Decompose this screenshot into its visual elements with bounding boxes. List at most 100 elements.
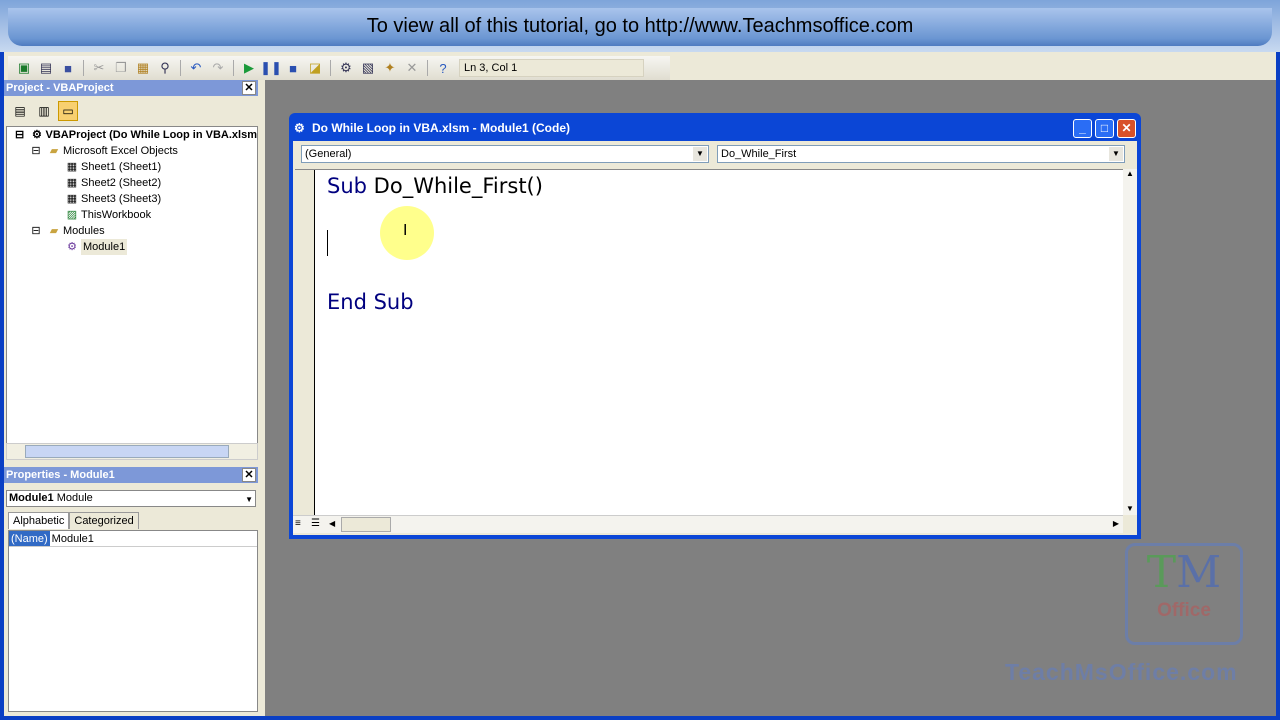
sheet-icon: ▦ [66, 193, 78, 205]
vertical-scrollbar[interactable]: ▲ ▼ [1123, 169, 1137, 515]
project-tree: ⊟ ⚙ VBAProject (Do While Loop in VBA.xlsm … [6, 126, 258, 444]
code-window-titlebar[interactable]: ⚙ Do While Loop in VBA.xlsm - Module1 (C… [292, 116, 1138, 140]
code-line-1: Sub Do_While_First() [327, 174, 543, 198]
tree-item-module1[interactable]: ⚙ Module1 [7, 239, 257, 255]
object-name: Module1 [9, 492, 54, 504]
procedure-combo-value: Do_While_First [721, 148, 797, 160]
tutorial-banner: To view all of this tutorial, go to http… [8, 8, 1272, 46]
chevron-down-icon[interactable]: ▼ [693, 147, 707, 161]
separator [427, 60, 428, 76]
chevron-down-icon[interactable]: ▼ [1109, 147, 1123, 161]
text-caret [327, 230, 328, 256]
procedure-combo[interactable]: Do_While_First ▼ [717, 145, 1125, 163]
code-line-3: End Sub [327, 290, 414, 314]
toolbox-icon[interactable]: ✕ [402, 58, 422, 78]
horizontal-scrollbar[interactable]: ≡ ☰ ◀ ▶ [293, 515, 1123, 533]
scroll-left-icon[interactable]: ◀ [329, 519, 335, 528]
tree-item-label: Modules [63, 225, 105, 237]
keyword: Sub [327, 174, 367, 198]
module-icon: ⚙ [67, 241, 77, 253]
chevron-down-icon[interactable]: ▼ [245, 492, 253, 507]
object-combo[interactable]: (General) ▼ [301, 145, 709, 163]
module-icon: ⚙ [294, 121, 305, 135]
tree-item-label: Microsoft Excel Objects [63, 145, 178, 157]
tree-item-label: ThisWorkbook [81, 209, 152, 221]
cursor-position: Ln 3, Col 1 [459, 59, 644, 77]
minimize-button[interactable]: _ [1073, 119, 1092, 138]
maximize-button[interactable]: □ [1095, 119, 1114, 138]
tree-item-label: Sheet2 (Sheet2) [81, 177, 162, 189]
undo-icon[interactable]: ↶ [186, 58, 206, 78]
tab-alphabetic[interactable]: Alphabetic [8, 512, 70, 529]
workbook-icon: ▨ [66, 209, 78, 221]
redo-icon[interactable]: ↷ [208, 58, 228, 78]
insert-userform-icon[interactable]: ▤ [36, 58, 56, 78]
expand-icon[interactable]: ⊟ [27, 143, 45, 159]
tree-item-thisworkbook[interactable]: ▨ ThisWorkbook [7, 207, 257, 223]
object-browser-icon[interactable]: ✦ [380, 58, 400, 78]
scroll-down-icon[interactable]: ▼ [1123, 504, 1137, 513]
paste-icon[interactable]: ▦ [133, 58, 153, 78]
properties-pane-title-text: Properties - Module1 [6, 469, 115, 481]
close-icon[interactable]: ✕ [242, 468, 256, 482]
scroll-thumb[interactable] [341, 517, 391, 532]
separator [233, 60, 234, 76]
tree-item-sheet1[interactable]: ▦ Sheet1 (Sheet1) [7, 159, 257, 175]
view-code-icon[interactable]: ▤ [10, 101, 30, 121]
tree-item-label: Sheet3 (Sheet3) [81, 193, 162, 205]
ibeam-cursor-icon: I [403, 222, 408, 239]
property-value[interactable]: Module1 [50, 531, 94, 546]
scroll-up-icon[interactable]: ▲ [1123, 169, 1137, 178]
separator [83, 60, 84, 76]
code-window: ⚙ Do While Loop in VBA.xlsm - Module1 (C… [289, 113, 1141, 539]
procedure-view-icon[interactable]: ≡ [295, 518, 301, 529]
design-mode-icon[interactable]: ◪ [305, 58, 325, 78]
scroll-right-icon[interactable]: ▶ [1113, 519, 1119, 528]
folder-icon: ▰ [49, 225, 59, 237]
break-icon[interactable]: ❚❚ [260, 58, 282, 78]
project-explorer-icon[interactable]: ⚙ [336, 58, 356, 78]
separator [330, 60, 331, 76]
reset-icon[interactable]: ■ [283, 58, 303, 78]
folder-icon: ▰ [49, 145, 59, 157]
tree-item-label: Module1 [81, 239, 128, 255]
code-window-body: (General) ▼ Do_While_First ▼ Sub Do_While_… [293, 141, 1137, 535]
property-row[interactable]: (Name) Module1 [9, 531, 257, 547]
run-icon[interactable]: ▶ [239, 58, 259, 78]
object-type: Module [56, 492, 93, 504]
save-icon[interactable]: ■ [58, 58, 78, 78]
help-icon[interactable]: ? [433, 58, 453, 78]
logo-office: Office [1157, 600, 1211, 621]
tree-item-modules[interactable]: ⊟ ▰ Modules [7, 223, 257, 239]
copy-icon[interactable]: ❐ [111, 58, 131, 78]
project-pane-title-text: Project - VBAProject [6, 82, 114, 94]
expand-icon[interactable]: ⊟ [27, 223, 45, 239]
code-window-title: Do While Loop in VBA.xlsm - Module1 (Cod… [312, 121, 570, 135]
code-editor[interactable]: Sub Do_While_First() I End Sub [295, 169, 1123, 516]
tree-item-label: VBAProject (Do While Loop in VBA.xlsm [45, 129, 257, 141]
find-icon[interactable]: ⚲ [155, 58, 175, 78]
project-hscrollbar[interactable] [6, 443, 258, 460]
toggle-folders-icon[interactable]: ▭ [58, 101, 78, 121]
expand-icon[interactable]: ⊟ [11, 127, 28, 143]
tm-office-logo: TM Office [1125, 543, 1243, 645]
tree-item-label: Sheet1 (Sheet1) [81, 161, 162, 173]
margin-indicator-bar[interactable] [295, 170, 315, 516]
close-button[interactable]: ✕ [1117, 119, 1136, 138]
project-toolbar: ▤ ▥ ▭ [4, 96, 258, 126]
watermark-site: TeachMsOffice.com [1005, 659, 1238, 685]
cut-icon[interactable]: ✂ [89, 58, 109, 78]
tree-item-excel-objects[interactable]: ⊟ ▰ Microsoft Excel Objects [7, 143, 257, 159]
tab-categorized[interactable]: Categorized [69, 512, 139, 529]
procedure-name: Do_While_First() [373, 174, 543, 198]
object-dropdown[interactable]: Module1 Module ▼ [6, 490, 256, 507]
tree-item-sheet2[interactable]: ▦ Sheet2 (Sheet2) [7, 175, 257, 191]
tree-item-sheet3[interactable]: ▦ Sheet3 (Sheet3) [7, 191, 257, 207]
close-icon[interactable]: ✕ [242, 81, 256, 95]
excel-icon[interactable]: ▣ [14, 58, 34, 78]
full-module-view-icon[interactable]: ☰ [311, 518, 320, 529]
tree-item-vbaproject[interactable]: ⊟ ⚙ VBAProject (Do While Loop in VBA.xlsm [7, 127, 257, 143]
properties-grid: (Name) Module1 [8, 530, 258, 712]
properties-window-icon[interactable]: ▧ [358, 58, 378, 78]
view-object-icon[interactable]: ▥ [34, 101, 54, 121]
